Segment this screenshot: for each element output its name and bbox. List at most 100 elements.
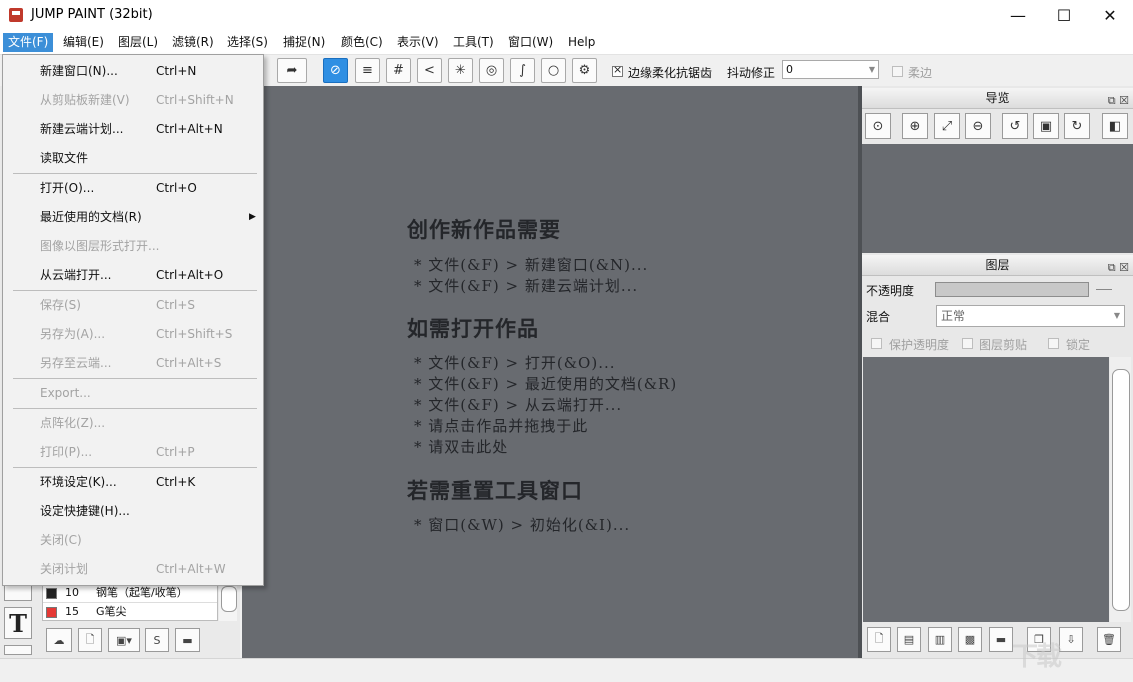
menu-item-shortcut-settings[interactable]: 设定快捷键(H)...	[3, 497, 263, 526]
list-item[interactable]: 10 钢笔（起笔/收笔）	[43, 584, 217, 602]
zoom-in-icon[interactable]: ⊕	[902, 113, 928, 139]
menu-item-shortcut: Ctrl+N	[156, 64, 197, 78]
new-layer-icon[interactable]: 🗋	[867, 627, 891, 652]
menu-item-export[interactable]: Export...	[3, 379, 263, 408]
menu-item-new-window[interactable]: 新建窗口(N)... Ctrl+N	[3, 57, 263, 86]
snap-settings-icon[interactable]: ⚙	[572, 58, 597, 83]
rotate-left-icon[interactable]: ↺	[1002, 113, 1028, 139]
submenu-arrow-icon: ▶	[249, 212, 256, 222]
cloud-upload-icon[interactable]: ☁	[46, 628, 72, 652]
menu-tools[interactable]: 工具(T)	[448, 34, 499, 51]
flip-horizontal-icon[interactable]: ◧	[1102, 113, 1128, 139]
delete-layer-icon[interactable]: 🗑	[1097, 627, 1121, 652]
lock-checkbox[interactable]	[1048, 338, 1059, 349]
reset-view-icon[interactable]: ▣	[1033, 113, 1059, 139]
clip-checkbox[interactable]	[962, 338, 973, 349]
fit-screen-icon[interactable]: ⤢	[934, 113, 960, 139]
menu-item-close-project[interactable]: 关闭计划 Ctrl+Alt+W	[3, 555, 263, 584]
text-tool-icon[interactable]: T	[4, 607, 32, 639]
chevron-down-icon: ▼	[868, 65, 875, 74]
zoom-fit-icon[interactable]: ⊙	[865, 113, 891, 139]
menu-item-load-file[interactable]: 读取文件	[3, 144, 263, 173]
blend-mode-select[interactable]: 正常 ▼	[936, 305, 1125, 327]
navigator-preview[interactable]	[862, 144, 1133, 253]
menu-item-label: 读取文件	[40, 151, 89, 165]
menu-item-label: 打印(P)...	[40, 445, 93, 459]
panel-popout-close-icon[interactable]: ⧉ ☒	[1108, 258, 1129, 278]
blend-label: 混合	[866, 310, 891, 324]
zoom-out-icon[interactable]: ⊖	[965, 113, 991, 139]
layer-list[interactable]	[863, 357, 1109, 622]
menu-item-save-to-cloud[interactable]: 另存至云端... Ctrl+Alt+S	[3, 349, 263, 378]
folder-icon[interactable]: ▬	[175, 628, 200, 652]
snap-curve-icon[interactable]: ∫	[510, 58, 535, 83]
menu-item-close[interactable]: 关闭(C)	[3, 526, 263, 555]
snap-parallel-icon[interactable]: ≡	[355, 58, 380, 83]
menu-item-label: 新建窗口(N)...	[40, 64, 118, 78]
menu-color[interactable]: 颜色(C)	[336, 34, 388, 51]
list-item[interactable]: 15 G笔尖	[43, 602, 217, 621]
snap-perspective-icon[interactable]: <	[417, 58, 442, 83]
brush-scrollbar[interactable]	[219, 583, 237, 621]
close-button[interactable]: ✕	[1087, 0, 1133, 31]
menu-item-shortcut: Ctrl+Alt+O	[156, 268, 224, 282]
menu-item-open[interactable]: 打开(O)... Ctrl+O	[3, 174, 263, 203]
canvas-area[interactable]: 创作新作品需要 * 文件(&F) > 新建窗口(&N)... * 文件(&F) …	[242, 86, 860, 658]
status-bar	[0, 658, 1133, 682]
menu-file[interactable]: 文件(F)	[3, 33, 54, 52]
lock-label: 锁定	[1066, 338, 1091, 352]
new-raster-layer-icon[interactable]: ▤	[897, 627, 921, 652]
menu-item-open-from-cloud[interactable]: 从云端打开... Ctrl+Alt+O	[3, 261, 263, 290]
guide-line: * 文件(&F) > 最近使用的文档(&R)	[414, 375, 678, 393]
navigator-title: 导览	[985, 91, 1010, 105]
menu-item-new-from-clipboard[interactable]: 从剪贴板新建(V) Ctrl+Shift+N	[3, 86, 263, 115]
menu-item-label: 点阵化(Z)...	[40, 416, 106, 430]
soft-edge-checkbox[interactable]	[892, 66, 903, 77]
protect-alpha-label: 保护透明度	[889, 338, 950, 352]
tool-slot-icon[interactable]	[4, 645, 32, 655]
new-folder-icon[interactable]: ▬	[989, 627, 1013, 652]
jitter-correction-select[interactable]: 0 ▼	[782, 60, 879, 79]
title-bar: JUMP PAINT (32bit) — ☐ ✕	[0, 0, 1133, 31]
panel-popout-close-icon[interactable]: ⧉ ☒	[1108, 91, 1129, 111]
redo-icon[interactable]: ➦	[277, 58, 307, 83]
layer-scrollbar[interactable]	[1110, 357, 1131, 622]
menu-item-recent-documents[interactable]: 最近使用的文档(R) ▶	[3, 203, 263, 232]
opacity-slider[interactable]	[935, 282, 1089, 297]
brush-menu-icon[interactable]: ▣▾	[108, 628, 140, 652]
new-tone-layer-icon[interactable]: ▩	[958, 627, 982, 652]
menu-item-save-as[interactable]: 另存为(A)... Ctrl+Shift+S	[3, 320, 263, 349]
snap-grid-icon[interactable]: #	[386, 58, 411, 83]
menu-layer[interactable]: 图层(L)	[113, 34, 163, 51]
brush-settings-icon[interactable]: S	[145, 628, 169, 652]
menu-edit[interactable]: 编辑(E)	[58, 34, 109, 51]
menu-select[interactable]: 选择(S)	[222, 34, 273, 51]
snap-radial-icon[interactable]: ✳	[448, 58, 473, 83]
menu-snap[interactable]: 捕捉(N)	[278, 34, 330, 51]
menu-filter[interactable]: 滤镜(R)	[167, 34, 219, 51]
menu-view[interactable]: 表示(V)	[392, 34, 444, 51]
menu-item-rasterize[interactable]: 点阵化(Z)...	[3, 409, 263, 438]
menu-item-preferences[interactable]: 环境设定(K)... Ctrl+K	[3, 468, 263, 497]
protect-alpha-checkbox[interactable]	[871, 338, 882, 349]
maximize-button[interactable]: ☐	[1041, 0, 1087, 31]
window-title: JUMP PAINT (32bit)	[31, 7, 153, 22]
menu-item-print[interactable]: 打印(P)... Ctrl+P	[3, 438, 263, 467]
rotate-right-icon[interactable]: ↻	[1064, 113, 1090, 139]
new-vector-layer-icon[interactable]: ▥	[928, 627, 952, 652]
snap-circle-icon[interactable]: ○	[541, 58, 566, 83]
menu-bar: 文件(F) 编辑(E) 图层(L) 滤镜(R) 选择(S) 捕捉(N) 颜色(C…	[0, 31, 1133, 55]
snap-concentric-icon[interactable]: ◎	[479, 58, 504, 83]
minimize-button[interactable]: —	[995, 0, 1041, 31]
menu-help[interactable]: Help	[563, 34, 600, 51]
menu-item-open-as-layers[interactable]: 图像以图层形式打开...	[3, 232, 263, 261]
antialias-checkbox[interactable]	[612, 63, 623, 77]
merge-layer-icon[interactable]: ⇩	[1059, 627, 1083, 652]
menu-item-save[interactable]: 保存(S) Ctrl+S	[3, 291, 263, 320]
snap-off-icon[interactable]: ⊘	[323, 58, 348, 83]
navigator-header: 导览 ⧉ ☒	[862, 88, 1133, 109]
guide-line: * 请点击作品并拖拽于此	[414, 417, 589, 435]
menu-window[interactable]: 窗口(W)	[503, 34, 558, 51]
new-brush-icon[interactable]: 🗋	[78, 628, 102, 652]
menu-item-new-cloud-project[interactable]: 新建云端计划... Ctrl+Alt+N	[3, 115, 263, 144]
